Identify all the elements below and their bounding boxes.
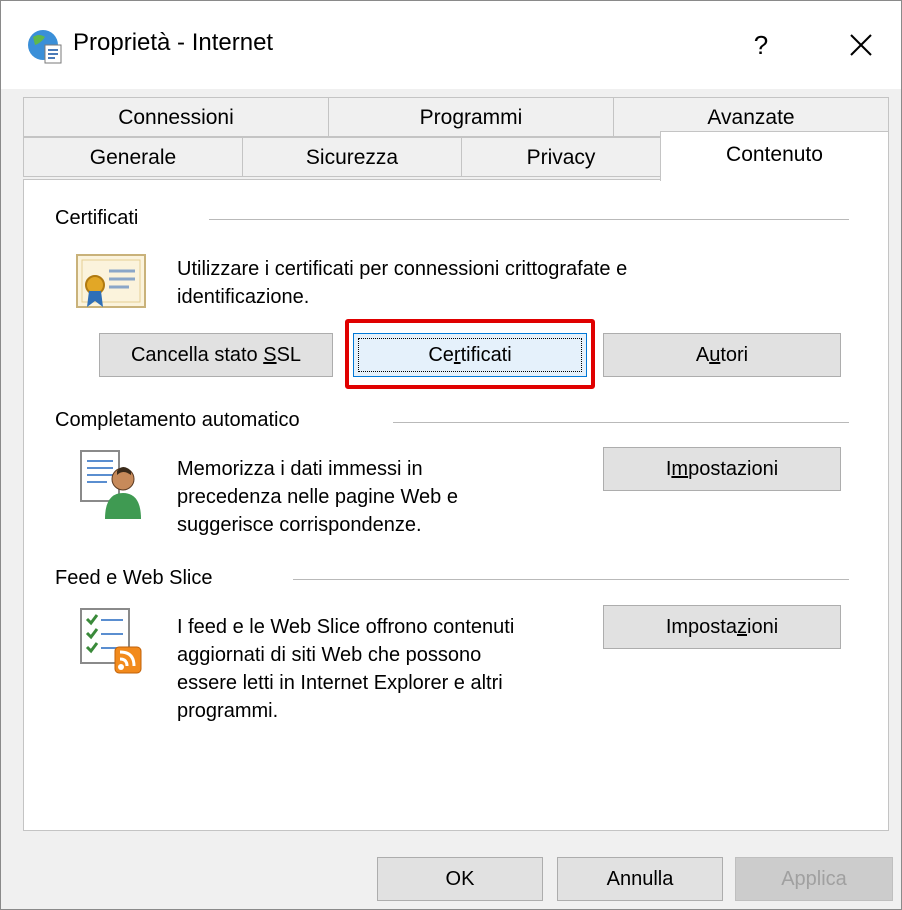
tab-programmi[interactable]: Programmi	[328, 97, 614, 137]
feeds-settings-button[interactable]: Impostazioni	[603, 605, 841, 649]
feeds-divider	[293, 579, 849, 580]
focus-ring	[358, 338, 582, 372]
help-button[interactable]: ?	[741, 23, 781, 67]
autocomplete-description-line3: suggerisce corrispondenze.	[177, 514, 422, 536]
autocomplete-settings-button[interactable]: Impostazioni	[603, 447, 841, 491]
window-title: Proprietà - Internet	[73, 29, 274, 56]
autocomplete-description-line2: precedenza nelle pagine Web e	[177, 486, 458, 508]
autocomplete-description-line1: Memorizza i dati immessi in	[177, 458, 423, 480]
publishers-button[interactable]: Autori	[603, 333, 841, 377]
certificates-button[interactable]: Certificati	[353, 333, 587, 377]
certificates-description-line1: Utilizzare i certificati per connessioni…	[177, 258, 628, 280]
tab-connessioni[interactable]: Connessioni	[23, 97, 329, 137]
feeds-icon	[80, 608, 142, 674]
ok-button[interactable]: OK	[377, 857, 543, 901]
autocomplete-divider	[393, 422, 849, 423]
tab-privacy[interactable]: Privacy	[461, 137, 661, 177]
certificate-icon	[76, 254, 146, 308]
certificates-section-label: Certificati	[55, 207, 139, 229]
clear-ssl-state-button[interactable]: Cancella stato SSL	[99, 333, 333, 377]
feeds-description-line4: programmi.	[177, 700, 279, 722]
tab-sicurezza[interactable]: Sicurezza	[242, 137, 462, 177]
autocomplete-section-label: Completamento automatico	[55, 409, 300, 431]
certificates-description-line2: identificazione.	[177, 286, 310, 308]
feeds-section-label: Feed e Web Slice	[55, 567, 213, 589]
title-bar: Proprietà - Internet ?	[1, 1, 901, 89]
feeds-description-line1: I feed e le Web Slice offrono contenuti	[177, 616, 515, 638]
apply-button: Applica	[735, 857, 893, 901]
close-icon	[850, 34, 872, 56]
feeds-description-line2: aggiornati di siti Web che possono	[177, 644, 482, 666]
certificates-divider	[209, 219, 849, 220]
close-button[interactable]	[839, 23, 883, 67]
internet-options-icon	[28, 30, 62, 64]
cancel-button[interactable]: Annulla	[557, 857, 723, 901]
tab-contenuto[interactable]: Contenuto	[660, 131, 889, 181]
internet-properties-window: Proprietà - Internet ? Connessioni Progr…	[0, 0, 902, 910]
feeds-description-line3: essere letti in Internet Explorer e altr…	[177, 672, 503, 694]
autocomplete-icon	[80, 450, 141, 519]
tab-generale[interactable]: Generale	[23, 137, 243, 177]
